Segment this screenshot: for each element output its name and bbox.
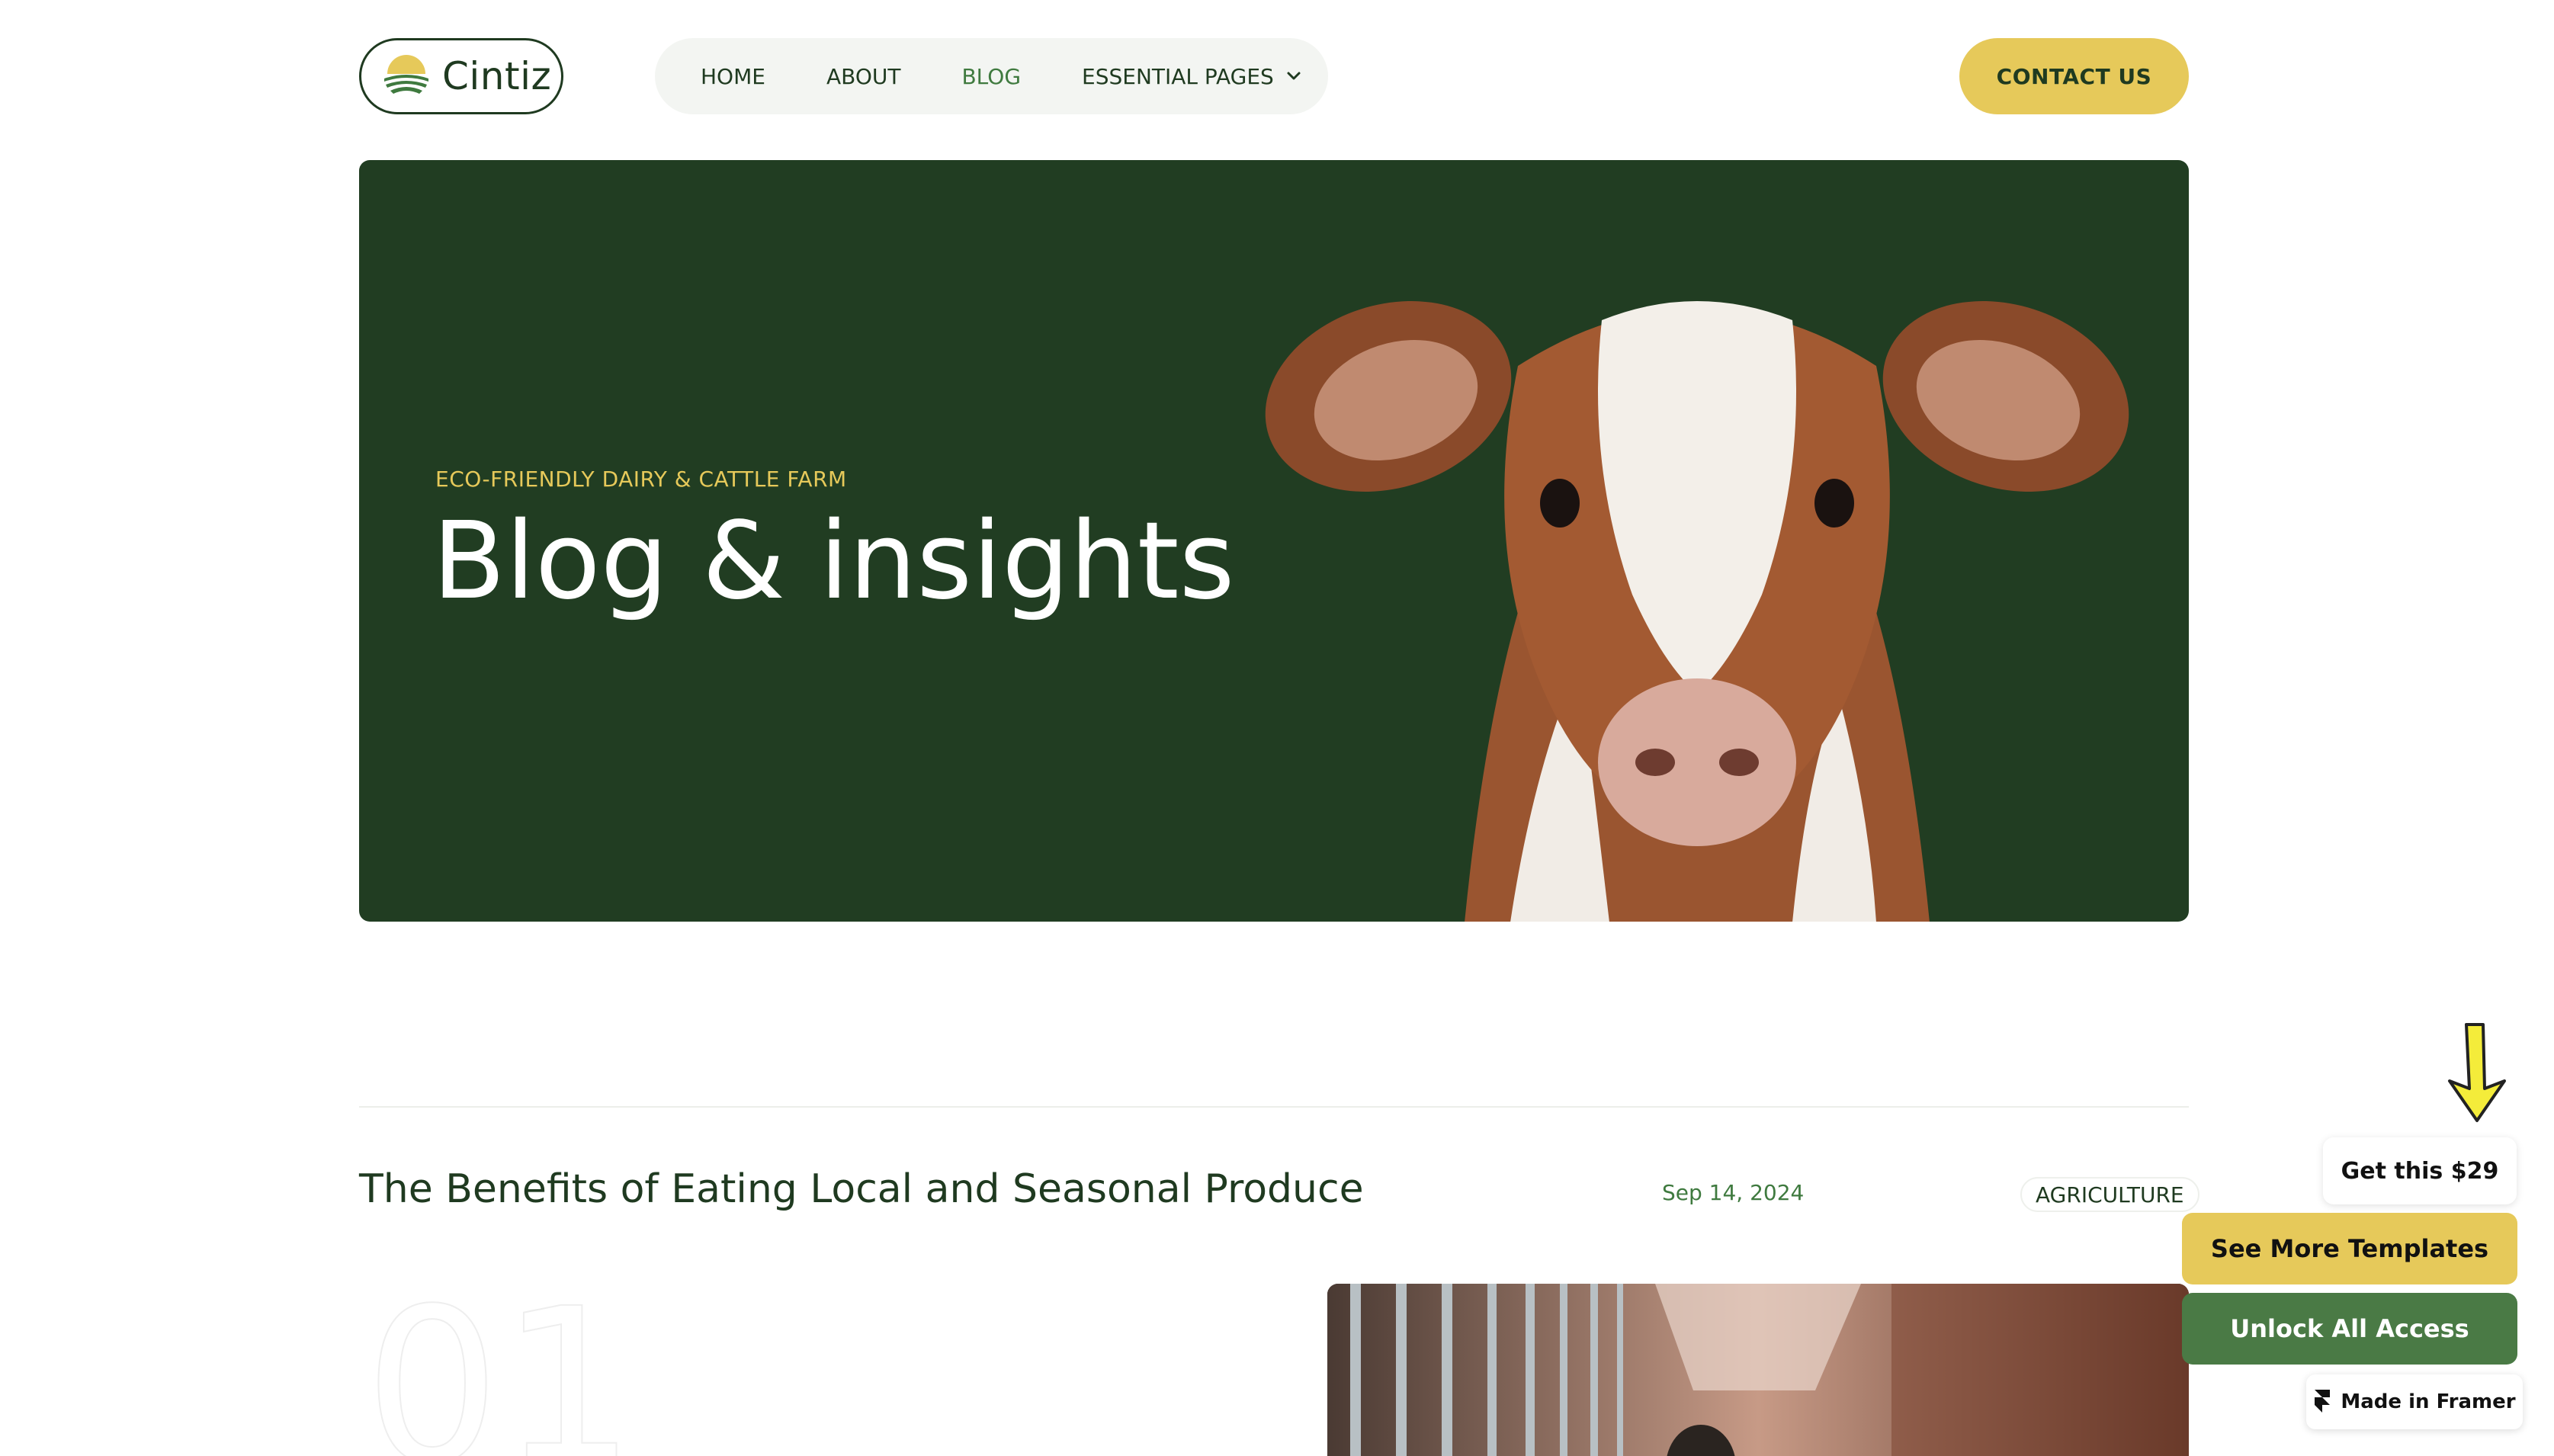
nav-item-label: BLOG [961, 63, 1022, 89]
arrow-down-icon [2448, 1023, 2506, 1122]
framer-icon [2315, 1390, 2331, 1413]
nav-item-label: ABOUT [826, 63, 901, 89]
hero-banner: ECO-FRIENDLY DAIRY & CATTLE FARM Blog & … [359, 160, 2189, 922]
post-number: 01 [364, 1263, 637, 1456]
nav-item-home[interactable]: HOME [701, 64, 765, 89]
main-nav: HOME ABOUT BLOG ESSENTIAL PAGES [655, 38, 1328, 114]
post-title[interactable]: The Benefits of Eating Local and Seasona… [359, 1166, 1364, 1212]
section-divider [359, 1106, 2189, 1108]
get-template-button[interactable]: Get this $29 [2323, 1137, 2517, 1204]
post-image[interactable] [1327, 1284, 2189, 1456]
page: Cintiz HOME ABOUT BLOG ESSENTIAL PAGES C… [0, 0, 2554, 1456]
post-date: Sep 14, 2024 [1662, 1180, 1805, 1205]
post-category-badge[interactable]: AGRICULTURE [2020, 1177, 2199, 1212]
barn-image [1327, 1284, 2189, 1456]
unlock-all-access-button[interactable]: Unlock All Access [2182, 1293, 2517, 1365]
post-category-label: AGRICULTURE [2036, 1182, 2184, 1207]
chevron-down-icon [1287, 72, 1301, 80]
nav-item-blog[interactable]: BLOG [961, 64, 1021, 89]
field-sun-icon [383, 53, 430, 100]
hero-kicker: ECO-FRIENDLY DAIRY & CATTLE FARM [435, 467, 847, 492]
brand-name: Cintiz [442, 54, 552, 98]
made-in-framer-label: Made in Framer [2341, 1390, 2516, 1413]
made-in-framer-badge[interactable]: Made in Framer [2306, 1374, 2523, 1429]
contact-us-button[interactable]: CONTACT US [1959, 38, 2189, 114]
nav-item-essential-pages[interactable]: ESSENTIAL PAGES [1082, 64, 1303, 89]
see-more-templates-button[interactable]: See More Templates [2182, 1213, 2517, 1284]
nav-item-label: ESSENTIAL PAGES [1082, 63, 1274, 89]
cow-image [1265, 301, 2129, 922]
nav-item-label: HOME [701, 63, 765, 89]
hero-title: Blog & insights [432, 499, 1235, 624]
brand-logo[interactable]: Cintiz [359, 38, 563, 114]
nav-item-about[interactable]: ABOUT [826, 64, 901, 89]
